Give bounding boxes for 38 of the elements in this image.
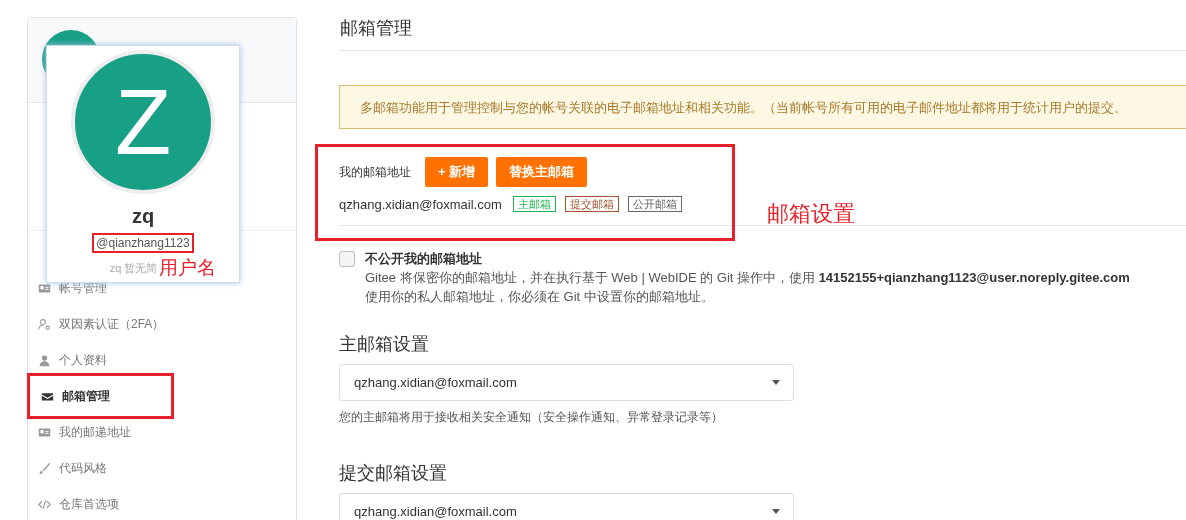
section-heading: 提交邮箱设置	[339, 462, 448, 484]
email-select[interactable]: qzhang.xidian@foxmail.com	[339, 493, 794, 520]
email-address: qzhang.xidian@foxmail.com	[339, 196, 502, 212]
annotation-label: 用户名	[159, 256, 217, 280]
checkbox-label: 不公开我的邮箱地址	[365, 250, 483, 268]
sidebar-item[interactable]: 个人资料	[27, 351, 107, 369]
description-text: Gitee 将保密你的邮箱地址，并在执行基于 Web | WebIDE 的 Git 操作中，使用 14152155+qianzhang1123@user.noreply.gitee.com	[365, 269, 1130, 287]
user-bio: zq 暂无简	[109, 260, 158, 276]
username: @qianzhang1123	[92, 233, 194, 253]
section-label: 我的邮箱地址	[339, 163, 411, 181]
sidebar-item[interactable]: 仓库首选项	[27, 495, 119, 513]
code-icon	[38, 497, 51, 511]
user-key-icon	[38, 317, 51, 331]
email-tag: 公开邮箱	[627, 196, 682, 212]
sidebar-item[interactable]: 双因素认证（2FA）	[27, 315, 165, 333]
id-card-icon	[38, 425, 51, 439]
email-tag: 主邮箱	[512, 196, 556, 212]
info-alert: 多邮箱功能用于管理控制与您的帐号关联的电子邮箱地址和相关功能。（当前帐号所有可用的电子邮件地址都将用于统计用户的提交。	[339, 85, 1186, 129]
sidebar-item[interactable]: 邮箱管理	[30, 387, 110, 405]
user-name: zq	[131, 204, 155, 228]
email-select[interactable]: qzhang.xidian@foxmail.com	[339, 364, 794, 401]
sidebar-item[interactable]: 代码风格	[27, 459, 107, 477]
caret-icon	[772, 380, 780, 385]
checkbox[interactable]	[339, 251, 355, 267]
page-title: 邮箱管理	[339, 0, 1186, 51]
caret-icon	[772, 509, 780, 514]
avatar: Z	[71, 50, 215, 194]
annotation-label: 邮箱设置	[767, 200, 855, 228]
email-tag: 提交邮箱	[564, 196, 619, 212]
hint-text: 您的主邮箱将用于接收相关安全通知（安全操作通知、异常登录记录等）	[339, 409, 724, 426]
action-button[interactable]: 替换主邮箱	[496, 157, 588, 187]
sidebar-item[interactable]: 帐号管理	[27, 279, 107, 297]
user-icon	[38, 353, 51, 367]
sidebar-item[interactable]: 我的邮递地址	[27, 423, 131, 441]
description-text: 使用你的私人邮箱地址，你必须在 Git 中设置你的邮箱地址。	[365, 288, 715, 306]
brush-icon	[38, 461, 51, 475]
action-button[interactable]: + 新增	[425, 157, 489, 187]
section-heading: 主邮箱设置	[339, 333, 430, 355]
